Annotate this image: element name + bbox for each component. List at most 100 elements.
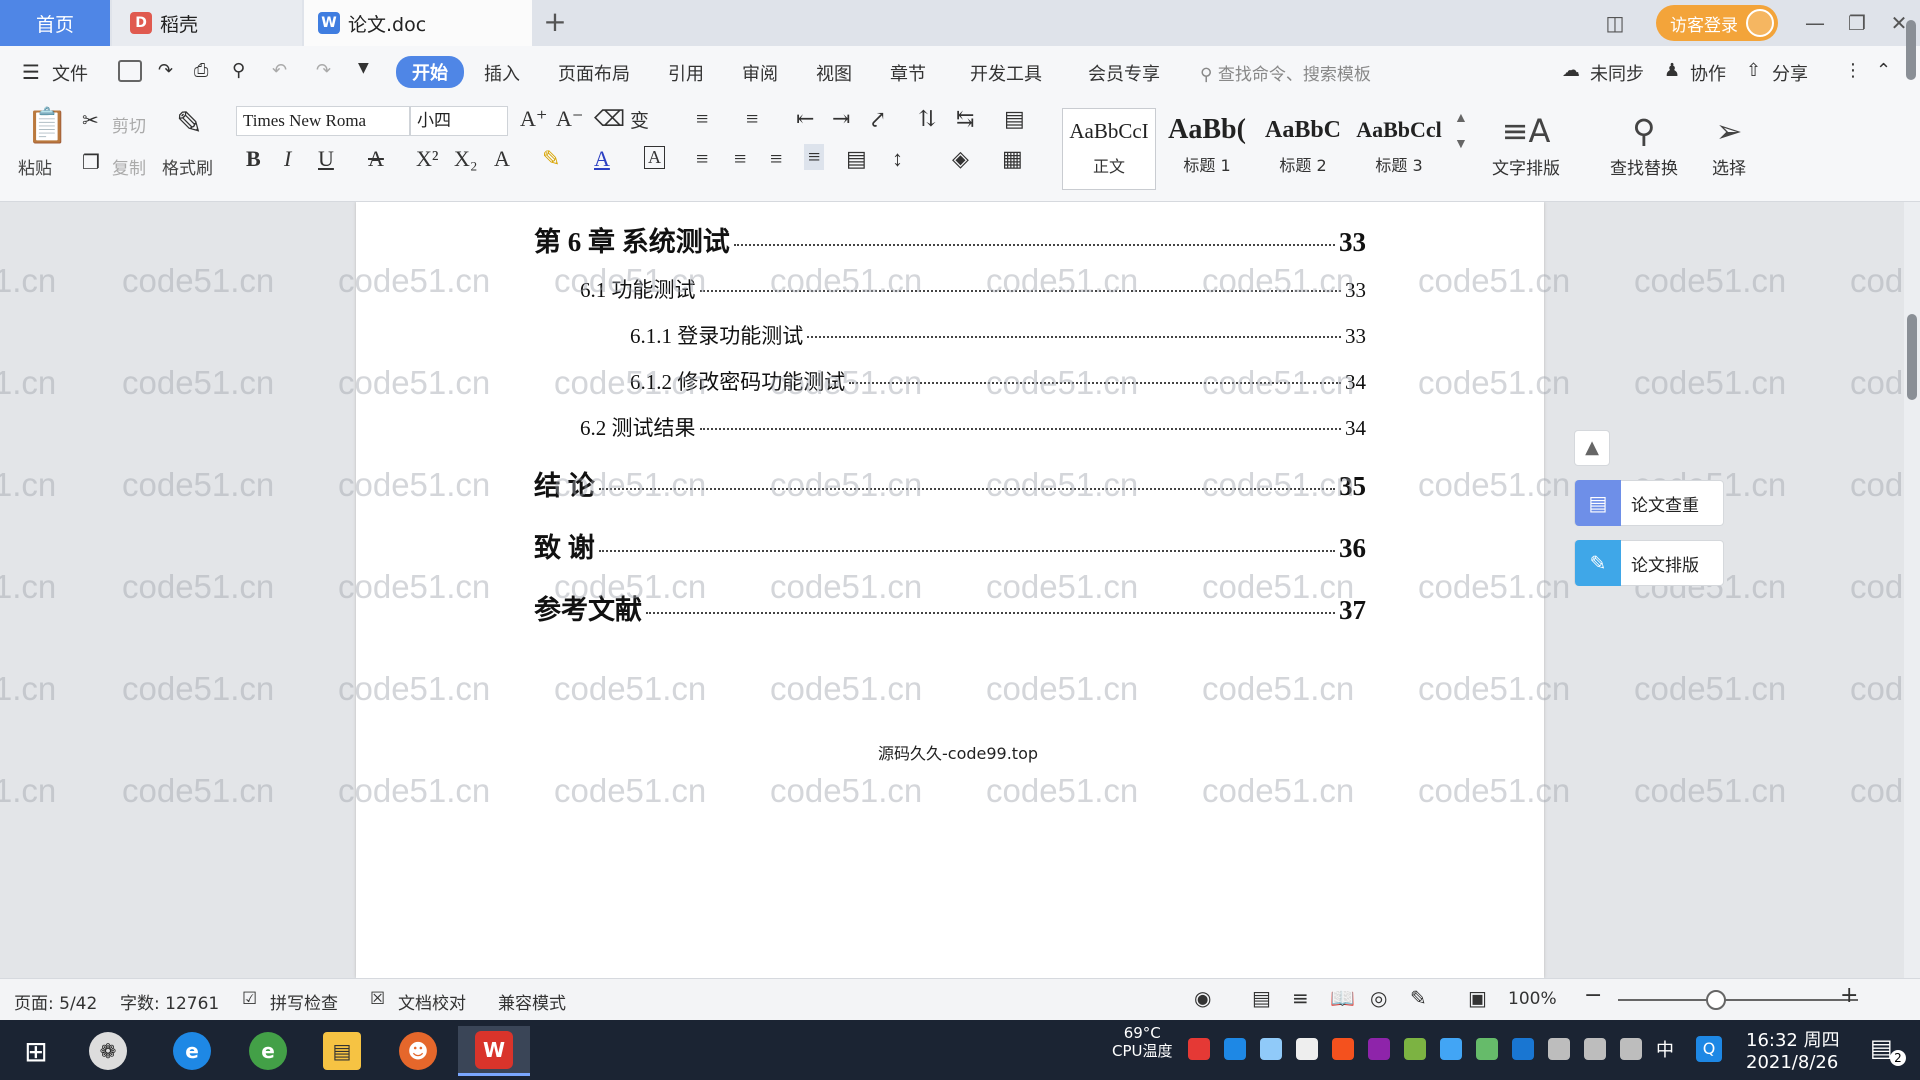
proofread-button[interactable]: 文档校对 [398,989,466,1014]
taskbar-app-game[interactable]: ☻ [390,1026,446,1076]
justify-icon[interactable]: ≡ [804,144,825,170]
shading-icon[interactable]: ◈ [952,146,969,172]
save-icon[interactable] [118,60,142,82]
new-tab-button[interactable]: + [538,6,572,40]
clear-format-icon[interactable]: ⌫ [594,106,625,132]
bold-icon[interactable]: B [246,146,261,172]
toc-entry[interactable]: 参考文献 37 [534,588,1366,627]
tab-document[interactable]: W 论文.doc [304,0,532,46]
nvidia-tray-icon[interactable] [1476,1038,1498,1060]
eye-protection-icon[interactable]: ◉ [1194,986,1211,1010]
cut-icon[interactable]: ✂ [82,108,99,133]
page-view-icon[interactable]: ▤ [1252,986,1271,1010]
collab-icon[interactable]: ♟ [1664,60,1680,81]
export-icon[interactable]: ↷ [158,60,173,81]
style-heading-3[interactable]: AaBbCcl 标题 3 [1352,108,1446,190]
toc-entry[interactable]: 第 6 章 系统测试 33 [534,220,1366,259]
decrease-indent-icon[interactable]: ⇤ [796,106,814,132]
taskbar-app-explorer[interactable]: ▤ [314,1026,370,1076]
bluetooth-tray-icon[interactable] [1512,1038,1534,1060]
line-spacing-icon[interactable]: ↕ [892,146,903,172]
tab-home[interactable]: 首页 [0,0,110,46]
ime-indicator[interactable]: 中 [1656,1036,1674,1062]
toc-entry[interactable]: 致 谢 36 [534,526,1366,565]
toc-entry[interactable]: 6.1.2 修改密码功能测试 34 [630,366,1366,396]
outline-view-icon[interactable]: ≡ [1292,986,1309,1010]
show-marks-icon[interactable]: ↹ [956,106,974,132]
sync-status[interactable]: 未同步 [1590,60,1644,86]
highlight-icon[interactable]: ✎ [542,146,560,172]
search-app-icon[interactable]: Q [1696,1036,1722,1062]
command-search-input[interactable]: ⚲ 查找命令、搜索模板 [1200,60,1371,85]
print-preview-icon[interactable]: ⚲ [232,60,245,81]
italic-icon[interactable]: I [284,146,291,172]
zoom-out-button[interactable]: − [1584,983,1602,1008]
vertical-scrollbar[interactable] [1904,202,1920,978]
cloud-sync-icon[interactable]: ☁ [1562,60,1580,81]
paper-format-button[interactable]: ✎ 论文排版 [1574,540,1724,586]
collab-button[interactable]: 协作 [1690,60,1726,86]
zoom-slider-handle[interactable] [1706,990,1726,1010]
read-view-icon[interactable]: 📖 [1330,986,1355,1010]
collapse-ribbon-icon[interactable]: ⌃ [1876,60,1891,81]
style-scroll-icon[interactable]: ▲ ▼ [1454,106,1468,158]
text-layout-button[interactable]: ≡A 文字排版 [1492,108,1560,179]
paper-check-button[interactable]: ▤ 论文查重 [1574,480,1724,526]
menu-page-layout[interactable]: 页面布局 [558,60,630,86]
spell-check-button[interactable]: 拼写检查 [270,989,338,1014]
menu-insert[interactable]: 插入 [484,60,520,86]
zoom-level-select[interactable]: 100% [1508,989,1557,1009]
spell-check-icon[interactable]: ☑ [242,989,257,1009]
sort-icon[interactable]: ⇅ [918,106,936,132]
select-button[interactable]: ➢ 选择 [1712,108,1746,179]
cut-button[interactable]: 剪切 [112,112,146,137]
bell-tray-icon[interactable] [1296,1038,1318,1060]
chinese-layout-icon[interactable]: ⤤ [868,106,886,132]
wifi-tray-icon[interactable] [1584,1038,1606,1060]
increase-indent-icon[interactable]: ⇥ [832,106,850,132]
text-effect-icon[interactable]: A [494,146,510,172]
cpu-temperature-widget[interactable]: 69°C CPU温度 [1112,1024,1173,1060]
window-layout-icon[interactable]: ◫ [1600,8,1630,38]
toc-entry[interactable]: 6.1.1 登录功能测试 33 [630,320,1366,350]
menu-chapter[interactable]: 章节 [890,60,926,86]
clock-date[interactable]: 2021/8/26 [1746,1052,1838,1073]
toc-entry[interactable]: 结 论 35 [534,464,1366,503]
menu-start[interactable]: 开始 [396,56,464,88]
align-right-icon[interactable]: ≡ [770,146,782,172]
font-color-icon[interactable]: A [594,146,610,172]
minimize-button[interactable]: — [1800,8,1830,38]
clock-time[interactable]: 16:32 周四 [1746,1026,1840,1052]
numbered-list-icon[interactable]: ≡ [746,106,758,132]
font-size-select[interactable]: 小四 [410,106,508,136]
vertical-scrollbar-thumb[interactable] [1907,314,1917,400]
distribute-icon[interactable]: ▤ [846,146,867,172]
undo-icon[interactable]: ↶ [272,60,287,81]
fit-page-icon[interactable]: ▣ [1468,986,1487,1010]
tab-daoke[interactable]: D 稻壳 [112,0,302,46]
page-indicator[interactable]: 页面: 5/42 [14,989,97,1014]
decrease-font-icon[interactable]: A⁻ [556,106,584,132]
share-button[interactable]: 分享 [1772,60,1808,86]
taskbar-app-360[interactable]: e [240,1026,296,1076]
share-icon[interactable]: ⇧ [1746,60,1761,81]
borders-icon[interactable]: ▦ [1002,146,1023,172]
write-view-icon[interactable]: ✎ [1410,986,1427,1010]
increase-font-icon[interactable]: A⁺ [520,106,548,132]
toc-entry[interactable]: 6.2 测试结果 34 [580,412,1366,442]
align-center-icon[interactable]: ≡ [734,146,746,172]
font-name-select[interactable]: Times New Roma [236,106,410,136]
side-panel-collapse-button[interactable]: ▲ [1574,430,1610,466]
copy-icon[interactable]: ❐ [82,150,100,175]
restore-button[interactable]: ❐ [1842,8,1872,38]
taskbar-app-wps[interactable]: W [458,1026,530,1076]
taskbar-app-ie[interactable]: e [164,1026,220,1076]
style-heading-1[interactable]: AaBb( 标题 1 [1160,108,1254,190]
menu-view[interactable]: 视图 [816,60,852,86]
style-normal[interactable]: AaBbCcI 正文 [1062,108,1156,190]
menu-references[interactable]: 引用 [668,60,704,86]
phonetic-icon[interactable]: 变 [630,106,649,133]
proofread-icon[interactable]: ☒ [370,989,385,1009]
volume-tray-icon[interactable] [1620,1038,1642,1060]
style-heading-2[interactable]: AaBbC 标题 2 [1256,108,1350,190]
